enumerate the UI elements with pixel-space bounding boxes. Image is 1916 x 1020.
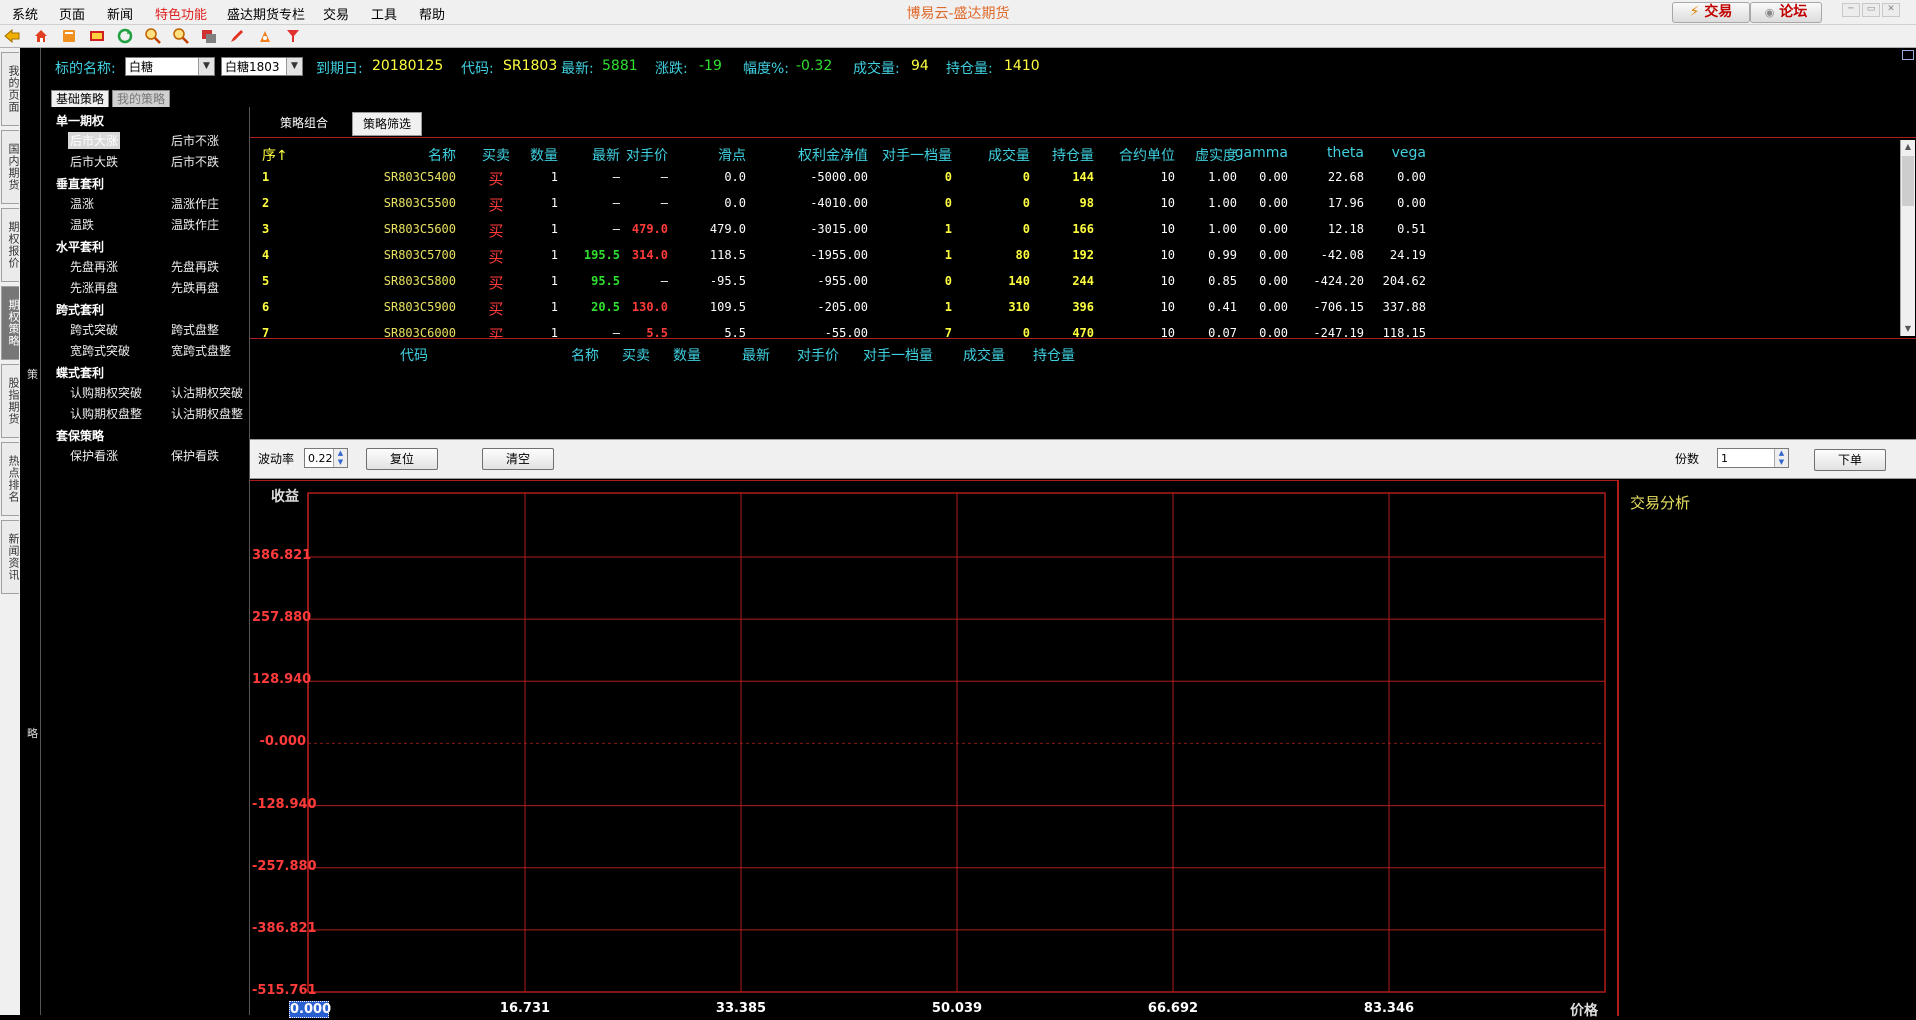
- chart-y-tick-label: 386.821: [252, 548, 312, 563]
- chart-y-tick-label: -0.000: [259, 734, 306, 750]
- chart-y-tick-label: -386.821: [252, 920, 317, 936]
- chart-y-tick-label: 128.940: [252, 672, 312, 688]
- chart-y-tick-label: -257.880: [252, 858, 317, 874]
- chart-x-tick-label: 50.039: [931, 1001, 983, 1016]
- chart-y-tick-label: -515.761: [252, 983, 317, 998]
- chart-y-tick-label: 257.880: [252, 610, 312, 626]
- trade-analysis-title: 交易分析: [1630, 494, 1691, 512]
- chart-x-tick-label: 66.692: [1147, 1001, 1199, 1016]
- chart-x-tick-label: 33.385: [715, 1001, 767, 1016]
- chart-x-tick-label: 0.000: [289, 1001, 332, 1018]
- chart-x-tick-label: 83.346: [1363, 1001, 1415, 1016]
- chart-y-tick-label: -128.940: [252, 796, 317, 812]
- chart-x-tick-label: 16.731: [499, 1001, 551, 1016]
